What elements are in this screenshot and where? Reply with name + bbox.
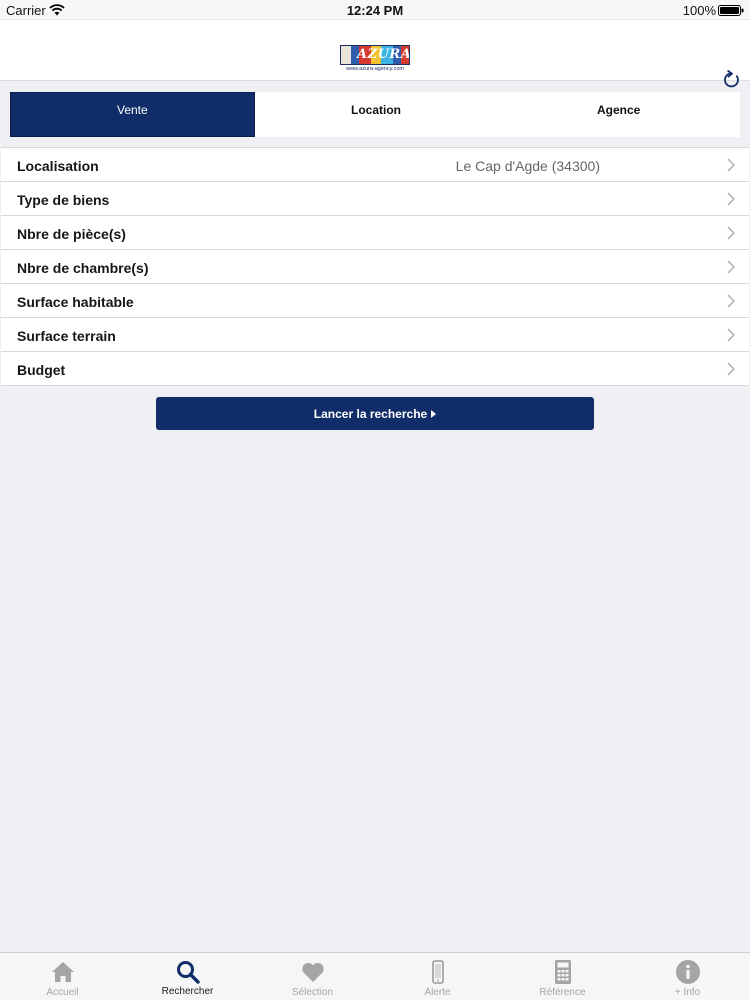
row-label: Nbre de chambre(s) xyxy=(17,260,149,276)
row-label: Surface terrain xyxy=(17,328,116,344)
criteria-row-nbre-pieces[interactable]: Nbre de pièce(s) xyxy=(1,216,749,250)
phone-icon xyxy=(431,960,444,984)
launch-search-label: Lancer la recherche xyxy=(313,406,428,421)
row-label: Surface habitable xyxy=(17,294,134,310)
row-label: Nbre de pièce(s) xyxy=(17,226,126,242)
tab-label: + Info xyxy=(674,987,701,998)
search-criteria-list: Localisation Le Cap d'Agde (34300) Type … xyxy=(1,147,749,386)
play-arrow-icon xyxy=(431,409,437,418)
chevron-right-icon xyxy=(727,260,736,274)
chevron-right-icon xyxy=(727,294,736,308)
criteria-row-nbre-chambres[interactable]: Nbre de chambre(s) xyxy=(1,250,749,284)
logo-tiles: AZURA xyxy=(340,45,410,65)
tab-label: Sélection xyxy=(291,987,334,998)
tab-label: Référence xyxy=(539,987,586,998)
search-icon xyxy=(176,961,200,984)
tab-label: Rechercher xyxy=(161,986,214,997)
segment-agence[interactable]: Agence xyxy=(497,92,740,137)
chevron-right-icon xyxy=(727,158,736,172)
chevron-right-icon xyxy=(727,226,736,240)
clock-label: 12:24 PM xyxy=(346,3,404,18)
tab-rechercher[interactable]: Rechercher xyxy=(125,953,250,1000)
home-icon xyxy=(51,962,74,982)
status-bar: Carrier 12:24 PM 100% xyxy=(0,0,750,20)
tab-accueil[interactable]: Accueil xyxy=(0,953,125,1000)
row-label: Type de biens xyxy=(17,192,110,208)
criteria-row-surface-terrain[interactable]: Surface terrain xyxy=(1,318,749,352)
logo-wordmark: AZURA xyxy=(357,47,410,62)
header-bar: AZURA www.azura-agency.com xyxy=(0,20,750,88)
logo-url: www.azura-agency.com xyxy=(346,66,404,72)
launch-search-button[interactable]: Lancer la recherche xyxy=(156,397,594,430)
tab-reference[interactable]: Référence xyxy=(500,953,625,1000)
tab-label: Alerte xyxy=(424,987,451,998)
bottom-tab-bar: Accueil Rechercher Sélection Alerte Réfé… xyxy=(0,952,750,1000)
chevron-right-icon xyxy=(727,362,736,376)
battery-icon xyxy=(718,5,744,16)
row-label: Budget xyxy=(17,362,66,378)
criteria-row-surface-habitable[interactable]: Surface habitable xyxy=(1,284,749,318)
refresh-icon[interactable] xyxy=(722,70,742,90)
row-label: Localisation xyxy=(17,158,99,174)
tab-alerte[interactable]: Alerte xyxy=(375,953,500,1000)
azura-logo[interactable]: AZURA www.azura-agency.com xyxy=(340,45,410,73)
heart-icon xyxy=(301,962,324,982)
calculator-icon xyxy=(554,960,571,984)
criteria-row-type-de-biens[interactable]: Type de biens xyxy=(1,182,749,216)
chevron-right-icon xyxy=(727,328,736,342)
battery-percent: 100% xyxy=(682,3,716,18)
chevron-right-icon xyxy=(727,192,736,206)
segment-location[interactable]: Location xyxy=(255,92,498,137)
criteria-row-budget[interactable]: Budget xyxy=(1,352,749,386)
tab-label: Accueil xyxy=(46,987,79,998)
transaction-segmented-control: Vente Location Agence xyxy=(10,92,740,137)
info-icon xyxy=(675,960,700,984)
row-value: Le Cap d'Agde (34300) xyxy=(455,158,600,174)
segment-vente[interactable]: Vente xyxy=(10,92,255,137)
criteria-row-localisation[interactable]: Localisation Le Cap d'Agde (34300) xyxy=(1,148,749,182)
tab-plus-info[interactable]: + Info xyxy=(625,953,750,1000)
tab-selection[interactable]: Sélection xyxy=(250,953,375,1000)
